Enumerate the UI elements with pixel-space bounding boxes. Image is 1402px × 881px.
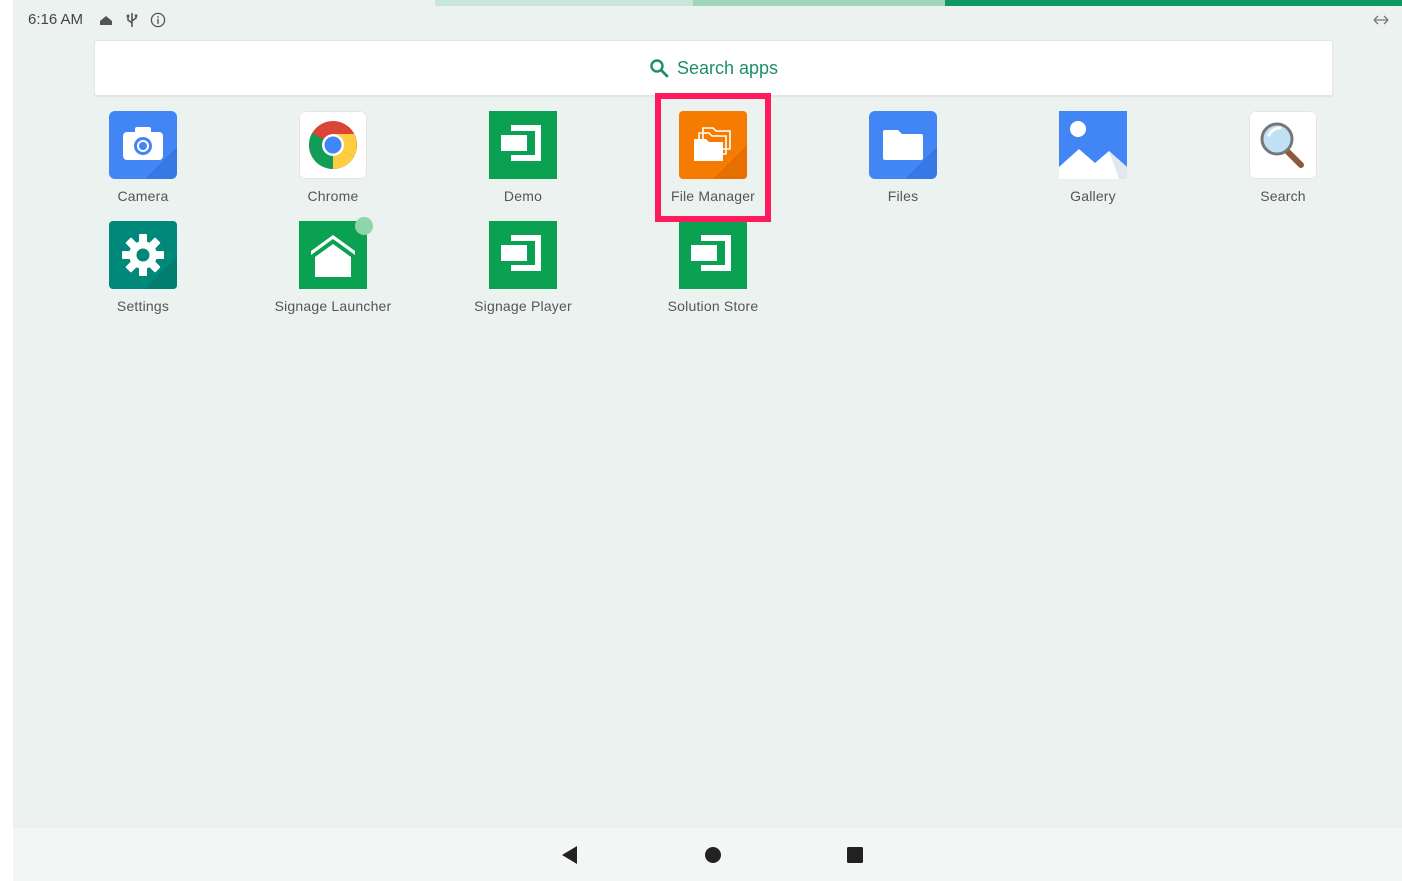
solution-store-icon: [679, 221, 747, 289]
app-chrome[interactable]: Chrome: [243, 111, 423, 204]
notification-badge: [355, 217, 373, 235]
settings-icon-wrap: [109, 221, 177, 289]
app-gallery[interactable]: Gallery: [1003, 111, 1183, 204]
demo-icon-wrap: [489, 111, 557, 179]
app-drawer-screen: 6:16 AM Search apps Camera Chrome Demo F…: [13, 0, 1402, 881]
status-time: 6:16 AM: [28, 11, 84, 28]
gallery-icon-wrap: [1059, 111, 1127, 179]
app-signage-player[interactable]: Signage Player: [433, 221, 613, 314]
search-icon: [650, 59, 669, 78]
app-label: Gallery: [1070, 188, 1116, 204]
app-label: Demo: [503, 188, 543, 204]
chrome-icon-wrap: [299, 111, 367, 179]
files-icon: [869, 111, 937, 179]
app-label: Files: [887, 188, 919, 204]
app-demo[interactable]: Demo: [433, 111, 613, 204]
camera-icon: [109, 111, 177, 179]
file-manager-icon-wrap: [679, 111, 747, 179]
home-notification-icon: [100, 16, 112, 25]
app-settings[interactable]: Settings: [53, 221, 233, 314]
solution-store-icon-wrap: [679, 221, 747, 289]
camera-icon-wrap: [109, 111, 177, 179]
status-bar: 6:16 AM: [13, 6, 1402, 34]
signage-launcher-icon-wrap: [299, 217, 373, 289]
app-label: Solution Store: [667, 298, 759, 314]
app-file-manager[interactable]: File Manager: [623, 111, 803, 204]
back-icon[interactable]: [557, 842, 583, 868]
app-label: Settings: [116, 298, 170, 314]
info-icon: [150, 12, 166, 28]
search-app-icon: [1249, 111, 1317, 179]
demo-icon: [489, 111, 557, 179]
app-files[interactable]: Files: [813, 111, 993, 204]
app-camera[interactable]: Camera: [53, 111, 233, 204]
search-app-icon-wrap: [1249, 111, 1317, 179]
signage-player-icon-wrap: [489, 221, 557, 289]
app-search[interactable]: Search: [1193, 111, 1373, 204]
home-icon[interactable]: [700, 842, 726, 868]
app-label: Chrome: [307, 188, 359, 204]
app-signage-launcher[interactable]: Signage Launcher: [243, 217, 423, 314]
usb-icon: [126, 13, 138, 27]
app-label: Signage Player: [474, 298, 572, 314]
app-label: Signage Launcher: [274, 298, 392, 314]
chrome-icon: [299, 111, 367, 179]
app-label: Camera: [117, 188, 169, 204]
app-label: File Manager: [670, 188, 756, 204]
resize-arrows-icon[interactable]: [1372, 13, 1390, 27]
signage-player-icon: [489, 221, 557, 289]
gallery-icon: [1059, 111, 1127, 179]
app-solution-store[interactable]: Solution Store: [623, 221, 803, 314]
search-apps-bar[interactable]: Search apps: [94, 40, 1333, 96]
navigation-bar: [13, 828, 1402, 881]
search-apps-placeholder: Search apps: [676, 57, 779, 78]
file-manager-icon: [679, 111, 747, 179]
recents-icon[interactable]: [842, 842, 868, 868]
app-label: Search: [1260, 188, 1306, 204]
files-icon-wrap: [869, 111, 937, 179]
settings-icon: [109, 221, 177, 289]
